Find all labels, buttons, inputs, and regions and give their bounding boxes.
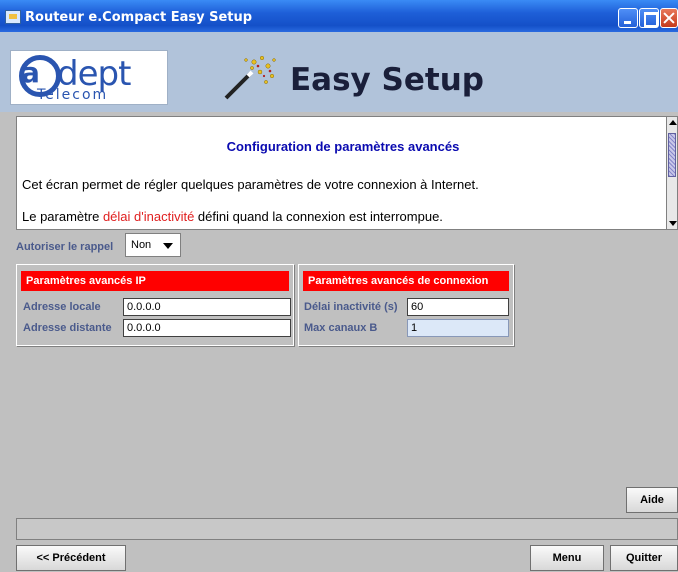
- idle-delay-field[interactable]: 60: [407, 298, 509, 316]
- remote-address-field[interactable]: 0.0.0.0: [123, 319, 291, 337]
- idle-delay-label: Délai inactivité (s): [304, 301, 398, 313]
- scroll-down-arrow-icon[interactable]: [669, 221, 677, 226]
- max-channels-field: 1: [407, 319, 509, 337]
- info-scrollbar[interactable]: [666, 116, 678, 230]
- logo-letter: a: [21, 56, 40, 89]
- panel-ip: Paramètres avancés IP Adresse locale 0.0…: [16, 264, 294, 346]
- max-channels-label: Max canaux B: [304, 322, 378, 334]
- local-address-field[interactable]: 0.0.0.0: [123, 298, 291, 316]
- minimize-button[interactable]: [618, 8, 638, 28]
- rappel-label: Autoriser le rappel: [16, 241, 114, 253]
- maximize-button[interactable]: [639, 8, 659, 28]
- scroll-up-arrow-icon[interactable]: [669, 120, 677, 125]
- info-heading: Configuration de paramètres avancés: [226, 139, 460, 154]
- menu-button[interactable]: Menu: [530, 545, 604, 571]
- previous-button[interactable]: << Précédent: [16, 545, 126, 571]
- window-title: Routeur e.Compact Easy Setup: [25, 10, 253, 25]
- info-text-line2: Le paramètre délai d'inactivité défini q…: [22, 209, 443, 224]
- help-button[interactable]: Aide: [626, 487, 678, 513]
- status-bar: [16, 518, 678, 540]
- rappel-select[interactable]: Non: [125, 233, 181, 257]
- app-icon: [5, 10, 21, 24]
- quit-button[interactable]: Quitter: [610, 545, 678, 571]
- local-address-label: Adresse locale: [23, 301, 101, 313]
- magic-wand-icon: [224, 55, 276, 100]
- info-highlight: délai d'inactivité: [102, 209, 195, 224]
- scroll-thumb[interactable]: [668, 133, 676, 177]
- banner-title: Easy Setup: [290, 62, 484, 98]
- panel-connection-title: Paramètres avancés de connexion: [303, 271, 509, 291]
- chevron-down-icon: [163, 243, 173, 249]
- logo-word: dept: [57, 54, 131, 94]
- window-title-bar[interactable]: Routeur e.Compact Easy Setup: [0, 0, 678, 32]
- main-content: Configuration de paramètres avancés Cet …: [0, 112, 678, 572]
- close-button[interactable]: [660, 8, 678, 28]
- info-pane: Configuration de paramètres avancés Cet …: [16, 116, 668, 230]
- logo-subtitle: Telecom: [37, 87, 109, 103]
- rappel-value: Non: [131, 239, 152, 251]
- remote-address-label: Adresse distante: [23, 322, 112, 334]
- panel-connection: Paramètres avancés de connexion Délai in…: [298, 264, 514, 346]
- app-header: a dept Telecom Easy Setup: [0, 32, 678, 112]
- adept-telecom-logo: a dept Telecom: [10, 50, 168, 105]
- panel-ip-title: Paramètres avancés IP: [21, 271, 289, 291]
- info-text-line1: Cet écran permet de régler quelques para…: [22, 177, 479, 192]
